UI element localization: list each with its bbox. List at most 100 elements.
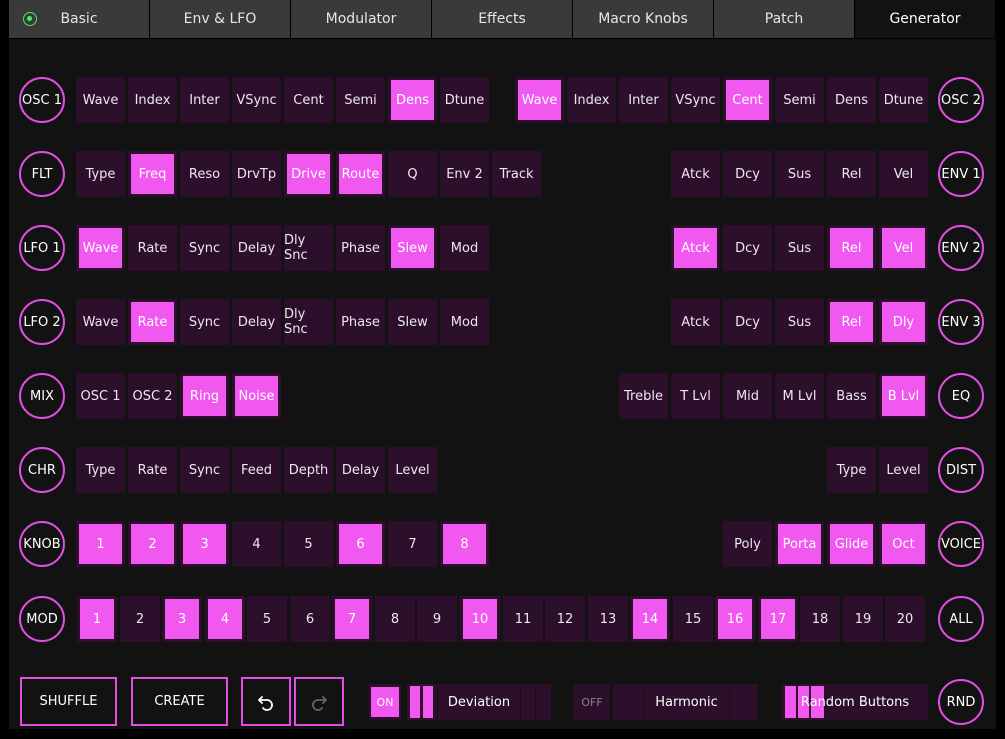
knob-3-button[interactable]: 3 <box>180 521 229 567</box>
knob-4-button[interactable]: 4 <box>232 521 281 567</box>
chr-rate-button[interactable]: Rate <box>128 447 177 493</box>
osc-1-cent-button[interactable]: Cent <box>284 77 333 123</box>
mod-slot-7-button[interactable]: 7 <box>332 596 372 642</box>
row-label-lfo-2[interactable]: LFO 2 <box>19 299 65 345</box>
env-3-sus-button[interactable]: Sus <box>775 299 824 345</box>
flt-drvtp-button[interactable]: DrvTp <box>232 151 281 197</box>
rnd-button[interactable]: RND <box>938 679 984 725</box>
chr-feed-button[interactable]: Feed <box>232 447 281 493</box>
knob-7-button[interactable]: 7 <box>388 521 437 567</box>
osc-1-semi-button[interactable]: Semi <box>336 77 385 123</box>
osc-2-semi-button[interactable]: Semi <box>775 77 824 123</box>
env-3-dly-button[interactable]: Dly <box>879 299 928 345</box>
chr-type-button[interactable]: Type <box>76 447 125 493</box>
lfo-2-delay-button[interactable]: Delay <box>232 299 281 345</box>
flt-reso-button[interactable]: Reso <box>180 151 229 197</box>
row-label-osc-1[interactable]: OSC 1 <box>19 77 65 123</box>
row-label-mod[interactable]: MOD <box>19 596 65 642</box>
create-button[interactable]: CREATE <box>131 677 228 726</box>
mod-slot-15-button[interactable]: 15 <box>673 596 713 642</box>
chr-depth-button[interactable]: Depth <box>284 447 333 493</box>
eq-b-lvl-button[interactable]: B Lvl <box>879 373 928 419</box>
lfo-2-dly-snc-button[interactable]: Dly Snc <box>284 299 333 345</box>
knob-5-button[interactable]: 5 <box>284 521 333 567</box>
eq-bass-button[interactable]: Bass <box>827 373 876 419</box>
osc-2-cent-button[interactable]: Cent <box>723 77 772 123</box>
osc-1-dens-button[interactable]: Dens <box>388 77 437 123</box>
tab-macro-knobs[interactable]: Macro Knobs <box>573 0 713 38</box>
mod-slot-1-button[interactable]: 1 <box>77 596 117 642</box>
mod-slot-11-button[interactable]: 11 <box>503 596 543 642</box>
chr-level-button[interactable]: Level <box>388 447 437 493</box>
harmonic-toggle[interactable]: OFF <box>574 684 610 720</box>
row-label-knob[interactable]: KNOB <box>19 521 65 567</box>
lfo-2-sync-button[interactable]: Sync <box>180 299 229 345</box>
mod-slot-17-button[interactable]: 17 <box>758 596 798 642</box>
lfo-1-mod-button[interactable]: Mod <box>440 225 489 271</box>
eq-treble-button[interactable]: Treble <box>619 373 668 419</box>
voice-glide-button[interactable]: Glide <box>827 521 876 567</box>
shuffle-button[interactable]: SHUFFLE <box>20 677 117 726</box>
redo-button[interactable] <box>294 677 344 726</box>
env-1-dcy-button[interactable]: Dcy <box>723 151 772 197</box>
tab-patch[interactable]: Patch <box>714 0 854 38</box>
flt-env-2-button[interactable]: Env 2 <box>440 151 489 197</box>
lfo-2-phase-button[interactable]: Phase <box>336 299 385 345</box>
mix-ring-button[interactable]: Ring <box>180 373 229 419</box>
mix-noise-button[interactable]: Noise <box>232 373 281 419</box>
osc-2-inter-button[interactable]: Inter <box>619 77 668 123</box>
flt-type-button[interactable]: Type <box>76 151 125 197</box>
flt-drive-button[interactable]: Drive <box>284 151 333 197</box>
mod-slot-10-button[interactable]: 10 <box>460 596 500 642</box>
row-label-dist[interactable]: DIST <box>938 447 984 493</box>
row-label-env-3[interactable]: ENV 3 <box>938 299 984 345</box>
lfo-1-sync-button[interactable]: Sync <box>180 225 229 271</box>
env-2-dcy-button[interactable]: Dcy <box>723 225 772 271</box>
mod-slot-2-button[interactable]: 2 <box>120 596 160 642</box>
mod-slot-9-button[interactable]: 9 <box>417 596 457 642</box>
row-label-lfo-1[interactable]: LFO 1 <box>19 225 65 271</box>
mix-osc-1-button[interactable]: OSC 1 <box>76 373 125 419</box>
mix-osc-2-button[interactable]: OSC 2 <box>128 373 177 419</box>
lfo-2-rate-button[interactable]: Rate <box>128 299 177 345</box>
env-1-sus-button[interactable]: Sus <box>775 151 824 197</box>
lfo-1-wave-button[interactable]: Wave <box>76 225 125 271</box>
eq-mid-button[interactable]: Mid <box>723 373 772 419</box>
mod-slot-8-button[interactable]: 8 <box>375 596 415 642</box>
lfo-2-wave-button[interactable]: Wave <box>76 299 125 345</box>
row-label-env-1[interactable]: ENV 1 <box>938 151 984 197</box>
mod-slot-19-button[interactable]: 19 <box>843 596 883 642</box>
deviation-toggle[interactable]: ON <box>371 687 399 717</box>
osc-1-dtune-button[interactable]: Dtune <box>440 77 489 123</box>
flt-track-button[interactable]: Track <box>492 151 541 197</box>
chr-sync-button[interactable]: Sync <box>180 447 229 493</box>
lfo-1-phase-button[interactable]: Phase <box>336 225 385 271</box>
osc-1-wave-button[interactable]: Wave <box>76 77 125 123</box>
row-label-eq[interactable]: EQ <box>938 373 984 419</box>
lfo-1-delay-button[interactable]: Delay <box>232 225 281 271</box>
row-label-all[interactable]: ALL <box>938 596 984 642</box>
osc-1-vsync-button[interactable]: VSync <box>232 77 281 123</box>
osc-2-wave-button[interactable]: Wave <box>515 77 564 123</box>
tab-basic[interactable]: Basic <box>9 0 149 38</box>
mod-slot-20-button[interactable]: 20 <box>885 596 925 642</box>
env-1-atck-button[interactable]: Atck <box>671 151 720 197</box>
osc-1-index-button[interactable]: Index <box>128 77 177 123</box>
flt-q-button[interactable]: Q <box>388 151 437 197</box>
eq-m-lvl-button[interactable]: M Lvl <box>775 373 824 419</box>
mod-slot-3-button[interactable]: 3 <box>162 596 202 642</box>
voice-porta-button[interactable]: Porta <box>775 521 824 567</box>
knob-6-button[interactable]: 6 <box>336 521 385 567</box>
tab-modulator[interactable]: Modulator <box>291 0 431 38</box>
knob-1-button[interactable]: 1 <box>76 521 125 567</box>
lfo-1-rate-button[interactable]: Rate <box>128 225 177 271</box>
mod-slot-4-button[interactable]: 4 <box>205 596 245 642</box>
lfo-2-slew-button[interactable]: Slew <box>388 299 437 345</box>
env-2-atck-button[interactable]: Atck <box>671 225 720 271</box>
mod-slot-6-button[interactable]: 6 <box>290 596 330 642</box>
flt-route-button[interactable]: Route <box>336 151 385 197</box>
row-label-mix[interactable]: MIX <box>19 373 65 419</box>
env-3-atck-button[interactable]: Atck <box>671 299 720 345</box>
chr-delay-button[interactable]: Delay <box>336 447 385 493</box>
voice-oct-button[interactable]: Oct <box>879 521 928 567</box>
